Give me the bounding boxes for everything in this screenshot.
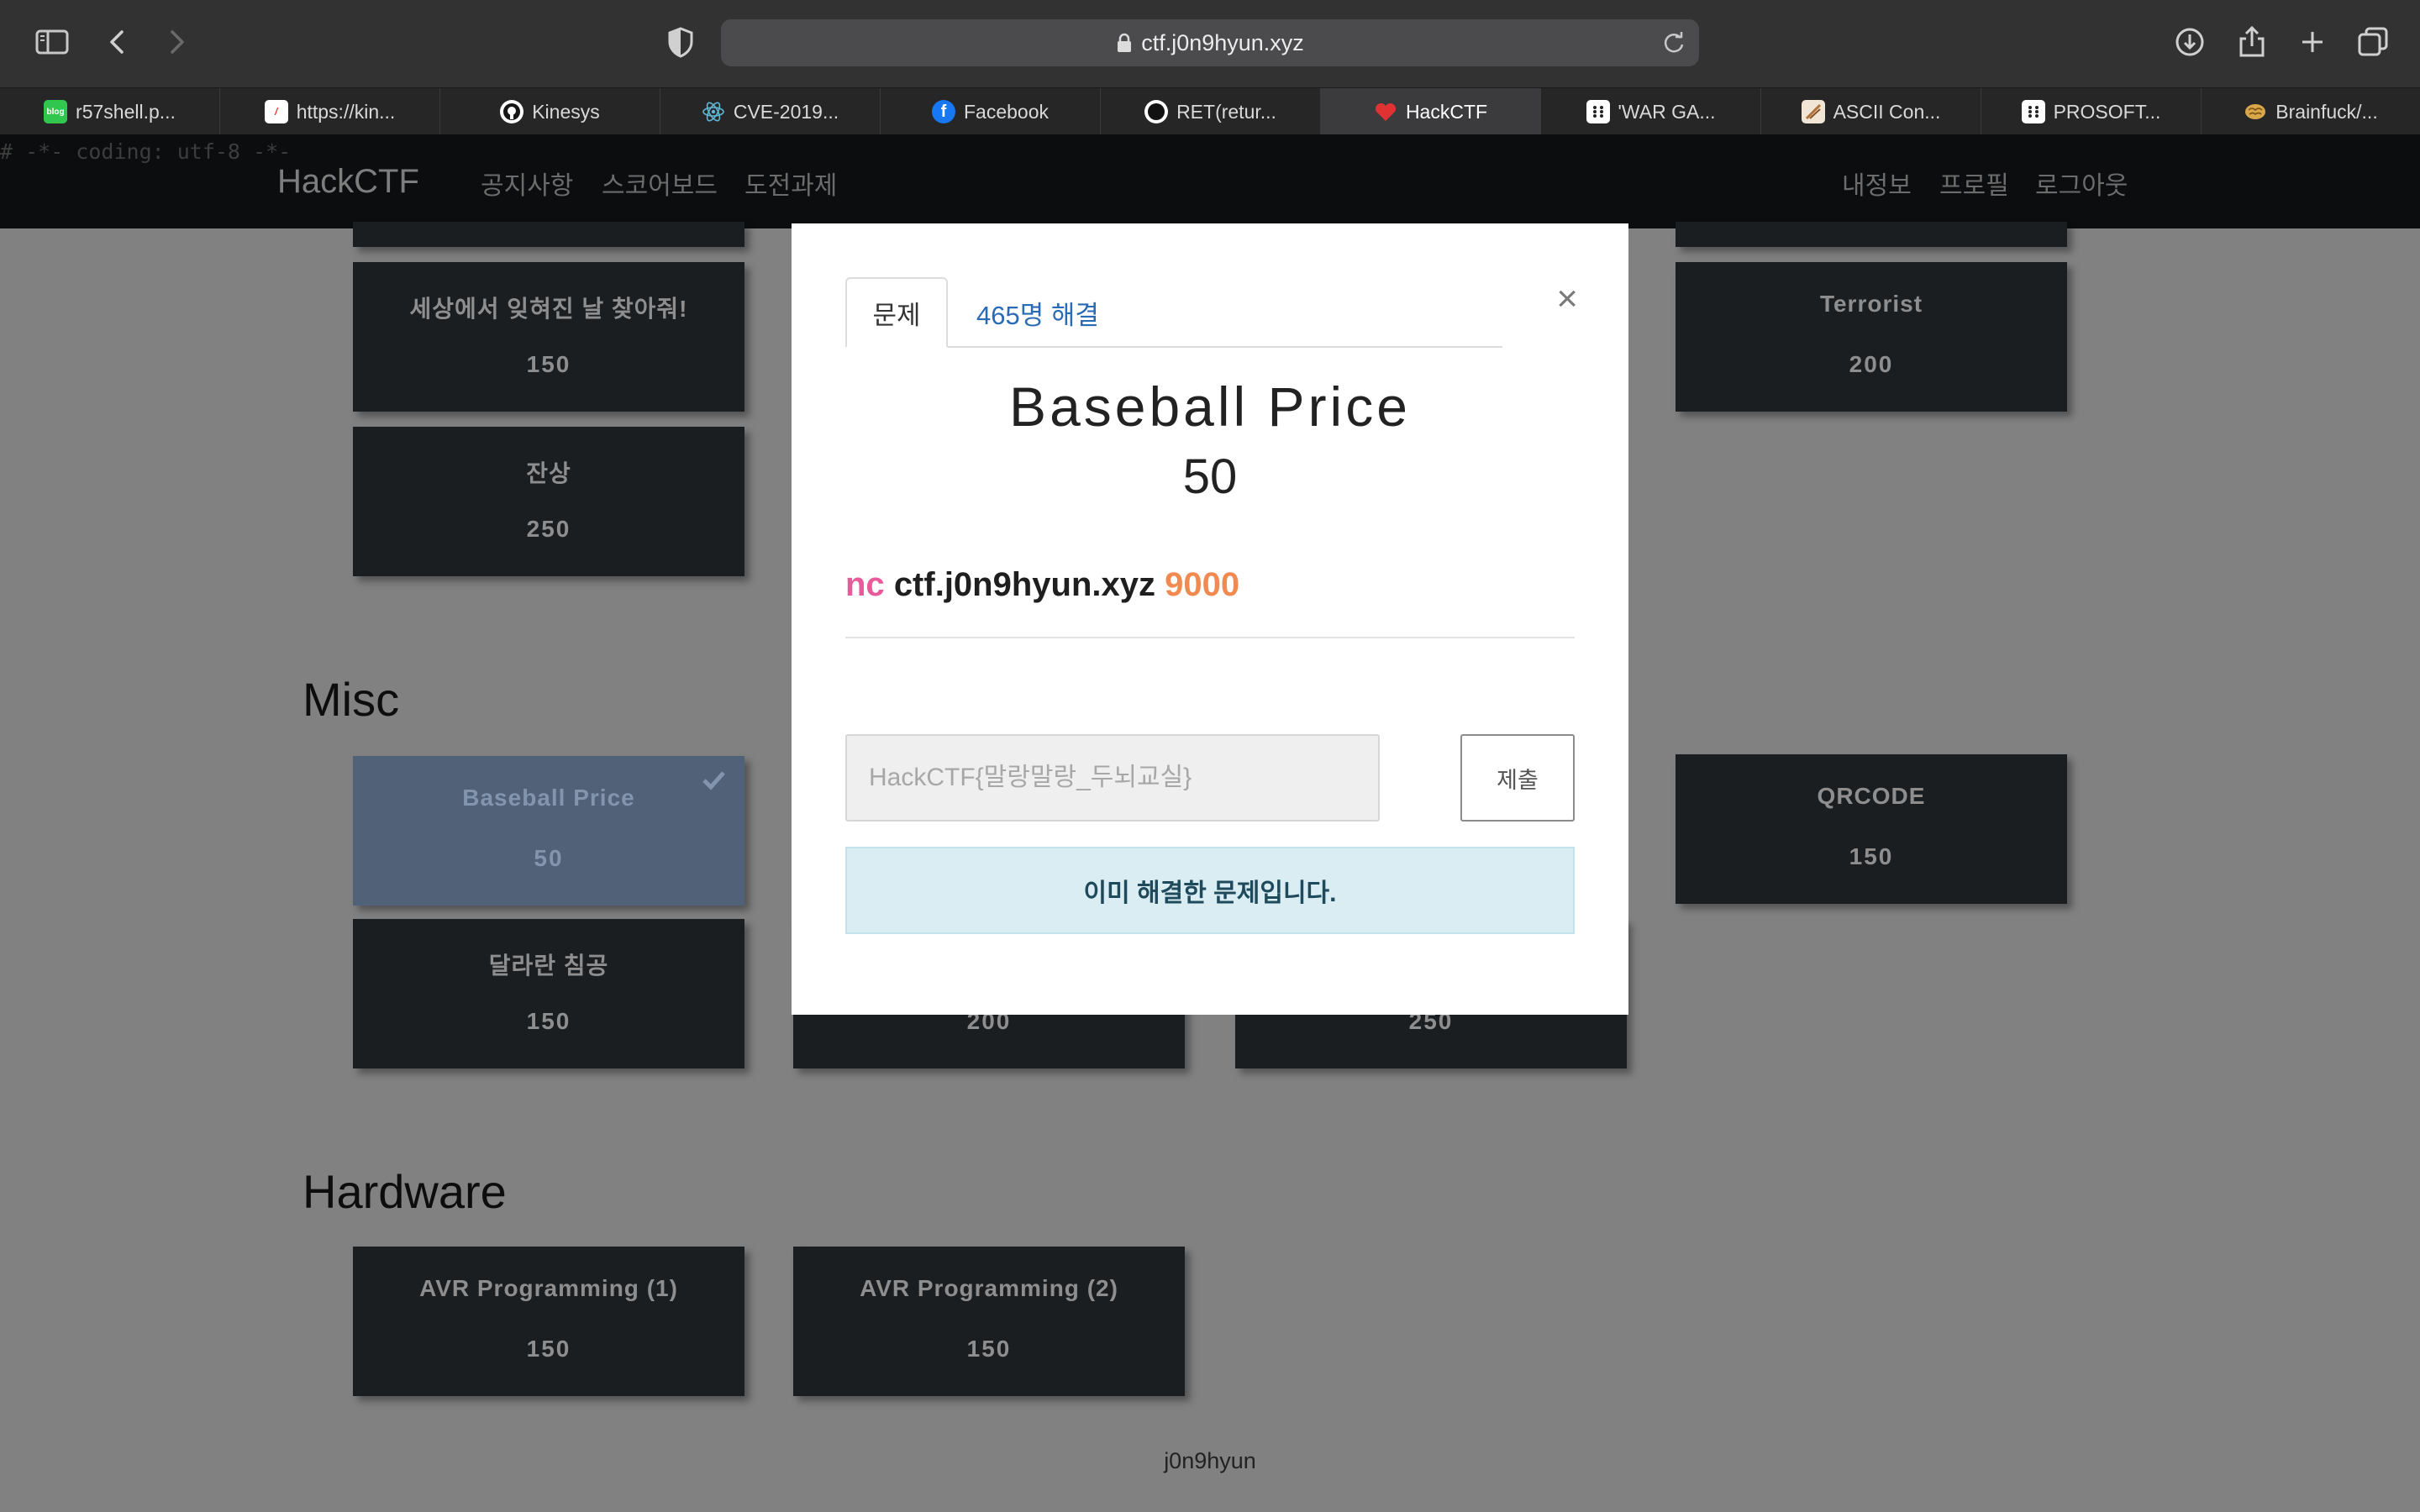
footer-author: j0n9hyun (1164, 1448, 1256, 1473)
tab-overview-icon[interactable] (2353, 22, 2393, 62)
challenge-card-partial[interactable] (1676, 222, 2067, 247)
grid-icon (1586, 100, 1610, 123)
site-brand[interactable]: HackCTF (277, 163, 419, 201)
close-icon[interactable]: × (1556, 281, 1578, 318)
challenge-card[interactable]: AVR Programming (2) 150 (793, 1247, 1185, 1396)
challenge-points: 200 (1849, 351, 1894, 377)
slash-icon: / (264, 100, 288, 123)
nav-my-info[interactable]: 내정보 (1842, 165, 1912, 202)
challenge-card-solved[interactable]: Baseball Price 50 (353, 756, 744, 906)
tab-strip: blog r57shell.p... / https://kin... Kine… (0, 87, 2420, 135)
browser-tab-cve[interactable]: CVE-2019... (660, 88, 881, 135)
challenge-points: 150 (966, 1336, 1012, 1362)
challenge-modal: 문제 465명 해결 × Baseball Price 50 nc ctf.j0… (792, 223, 1628, 1015)
brain-icon (2244, 100, 2267, 123)
nav-challenges[interactable]: 도전과제 (744, 165, 837, 202)
heart-icon (1374, 100, 1397, 123)
challenge-title: Terrorist (1819, 291, 1923, 317)
reload-icon[interactable] (1660, 29, 1687, 56)
browser-tab-r57shell[interactable]: blog r57shell.p... (0, 88, 220, 135)
challenge-card[interactable]: 세상에서 잊혀진 날 찾아줘! 150 (353, 262, 744, 412)
challenge-points: 50 (534, 845, 564, 871)
circle-icon (1144, 100, 1169, 123)
challenge-title: 달라란 침공 (488, 953, 609, 979)
challenge-card[interactable]: 잔상 250 (353, 427, 744, 576)
challenge-card[interactable]: QRCODE 150 (1676, 754, 2067, 904)
challenge-points: 150 (526, 351, 571, 377)
nav-notice[interactable]: 공지사항 (481, 165, 573, 202)
challenge-card-partial[interactable] (353, 222, 744, 247)
browser-tab-hackctf[interactable]: HackCTF (1321, 88, 1541, 135)
nc-command: nc (845, 566, 885, 603)
nc-port: 9000 (1165, 566, 1240, 603)
challenge-card[interactable]: AVR Programming (1) 150 (353, 1247, 744, 1396)
nav-profile[interactable]: 프로필 (1939, 165, 2009, 202)
modal-divider (845, 637, 1575, 638)
share-icon[interactable] (2232, 22, 2272, 62)
browser-tab-kin[interactable]: / https://kin... (220, 88, 440, 135)
submit-button[interactable]: 제출 (1460, 734, 1575, 822)
nc-host: ctf.j0n9hyun.xyz (893, 566, 1156, 603)
section-title-misc: Misc (302, 673, 400, 726)
challenge-title: AVR Programming (1) (419, 1275, 678, 1301)
challenge-points: 250 (526, 516, 571, 542)
tab-problem[interactable]: 문제 (845, 277, 948, 348)
facebook-icon: f (931, 100, 955, 123)
react-icon (702, 100, 725, 123)
modal-title: Baseball Price (1009, 375, 1411, 438)
url-text: ctf.j0n9hyun.xyz (1141, 30, 1304, 55)
back-icon[interactable] (97, 22, 138, 62)
challenge-points: 150 (526, 1008, 571, 1034)
challenge-title: Baseball Price (462, 785, 635, 811)
lock-icon (1116, 33, 1133, 59)
browser-tab-ascii[interactable]: ASCII Con... (1761, 88, 1981, 135)
challenge-points: 150 (1849, 843, 1894, 869)
privacy-shield-icon[interactable] (660, 22, 701, 62)
challenge-title: AVR Programming (2) (860, 1275, 1118, 1301)
new-tab-icon[interactable] (2292, 22, 2333, 62)
nav-scoreboard[interactable]: 스코어보드 (602, 165, 718, 202)
grid-icon (2021, 100, 2045, 123)
browser-tab-prosoft[interactable]: PROSOFT... (1981, 88, 2202, 135)
nav-logout[interactable]: 로그아웃 (2035, 165, 2128, 202)
downloads-icon[interactable] (2170, 22, 2210, 62)
github-icon (500, 100, 524, 123)
tab-solves[interactable]: 465명 해결 (976, 277, 1099, 348)
address-bar[interactable]: ctf.j0n9hyun.xyz (721, 19, 1699, 66)
forward-icon[interactable] (156, 22, 197, 62)
pencil-icon (1801, 100, 1825, 123)
blog-icon: blog (44, 100, 68, 123)
browser-tab-ret[interactable]: RET(retur... (1101, 88, 1321, 135)
challenge-title: 잔상 (526, 460, 571, 486)
challenge-title: 세상에서 잊혀진 날 찾아줘! (409, 296, 688, 322)
browser-tab-brainfuck[interactable]: Brainfuck/... (2202, 88, 2420, 135)
browser-toolbar: ctf.j0n9hyun.xyz (0, 0, 2420, 87)
flag-input[interactable] (845, 734, 1380, 822)
challenge-points: 150 (526, 1336, 571, 1362)
challenge-title: QRCODE (1817, 783, 1926, 809)
sidebar-toggle-icon[interactable] (32, 22, 72, 62)
coding-comment: # -*- coding: utf-8 -*- (0, 139, 292, 164)
browser-tab-kinesys[interactable]: Kinesys (440, 88, 660, 135)
challenge-card[interactable]: Terrorist 200 (1676, 262, 2067, 412)
already-solved-alert: 이미 해결한 문제입니다. (845, 847, 1575, 934)
connection-info: nc ctf.j0n9hyun.xyz 9000 (845, 566, 1239, 604)
browser-tab-wargame[interactable]: 'WAR GA... (1541, 88, 1761, 135)
browser-tab-facebook[interactable]: f Facebook (881, 88, 1101, 135)
section-title-hardware: Hardware (302, 1165, 507, 1218)
modal-points: 50 (1182, 449, 1238, 504)
challenge-card[interactable]: 달라란 침공 150 (353, 919, 744, 1068)
